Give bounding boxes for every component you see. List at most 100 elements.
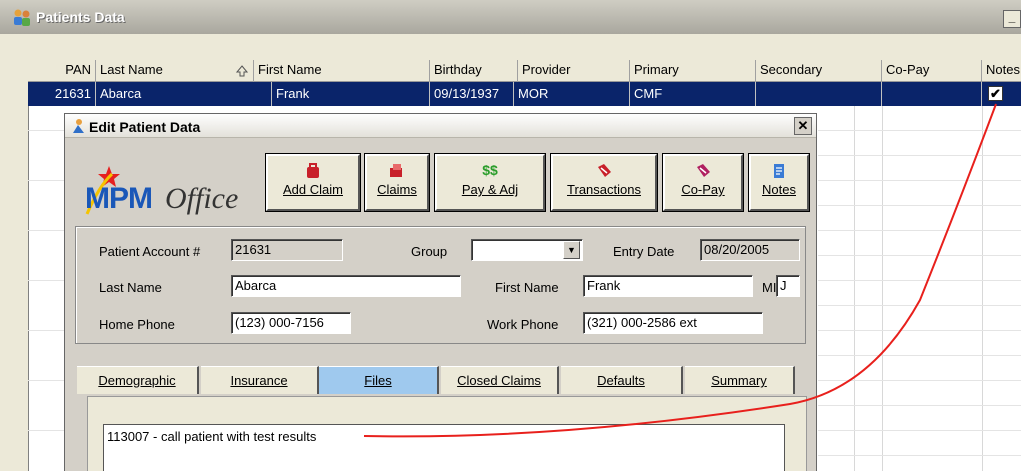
table-row[interactable]: 21631 Abarca Frank 09/13/1937 MOR CMF xyxy=(28,82,1021,106)
close-button[interactable]: ✕ xyxy=(794,117,812,135)
copay-icon xyxy=(697,164,710,177)
work-phone-label: Work Phone xyxy=(487,317,559,332)
logo-office-text: Office xyxy=(165,182,239,215)
grid-divider xyxy=(28,280,64,281)
home-phone-field[interactable]: (123) 000-7156 xyxy=(231,312,351,334)
cell-pan: 21631 xyxy=(28,82,96,106)
dollar-icon: $$ xyxy=(482,162,498,178)
minimize-button[interactable]: _ xyxy=(1003,10,1021,28)
last-name-field[interactable]: Abarca xyxy=(231,275,461,297)
mi-field[interactable]: J xyxy=(776,275,800,297)
column-header-birthday[interactable]: Birthday xyxy=(430,60,518,82)
grid-divider xyxy=(818,380,1021,381)
chevron-down-icon[interactable]: ▼ xyxy=(563,241,580,259)
notes-checkbox[interactable]: ✔ xyxy=(988,86,1003,101)
cell-secondary xyxy=(756,82,882,106)
grid-divider xyxy=(28,430,64,431)
tab-label: Summary xyxy=(711,373,767,388)
grid-divider xyxy=(882,106,883,471)
window-title: Patients Data xyxy=(36,9,125,25)
button-label: Notes xyxy=(762,182,796,197)
tab-files[interactable]: Files xyxy=(319,366,439,394)
grid-divider xyxy=(818,155,1021,156)
grid-divider xyxy=(818,405,1021,406)
person-icon xyxy=(73,119,84,133)
patients-icon xyxy=(14,9,30,26)
cell-birthday: 09/13/1937 xyxy=(430,82,514,106)
group-label: Group xyxy=(411,244,448,259)
add-claim-icon xyxy=(307,163,319,178)
button-label: Transactions xyxy=(567,182,641,197)
grid-header: PAN Last Name First Name Birthday Provid… xyxy=(28,60,1021,82)
cell-copay xyxy=(882,82,982,106)
tab-label: Closed Claims xyxy=(457,373,541,388)
notes-button[interactable]: Notes xyxy=(748,153,810,212)
tab-defaults[interactable]: Defaults xyxy=(561,366,683,394)
grid-divider xyxy=(818,355,1021,356)
button-label: Add Claim xyxy=(283,182,343,197)
grid-divider xyxy=(28,230,64,231)
tab-closed-claims[interactable]: Closed Claims xyxy=(441,366,559,394)
tab-label: Insurance xyxy=(230,373,288,388)
column-header-last-name[interactable]: Last Name xyxy=(96,60,254,82)
first-name-field[interactable]: Frank xyxy=(583,275,753,297)
button-label: Pay & Adj xyxy=(461,182,519,197)
column-header-provider[interactable]: Provider xyxy=(518,60,630,82)
claims-button[interactable]: Claims xyxy=(364,153,430,212)
grid-divider xyxy=(818,255,1021,256)
grid-divider xyxy=(854,106,855,471)
tab-demographic[interactable]: Demographic xyxy=(77,366,199,394)
grid-divider xyxy=(818,280,1021,281)
entry-date-label: Entry Date xyxy=(613,244,675,259)
grid-divider xyxy=(818,430,1021,431)
transactions-button[interactable]: Transactions xyxy=(550,153,658,212)
column-header-primary[interactable]: Primary xyxy=(630,60,756,82)
tab-bar: Demographic Insurance Files Closed Claim… xyxy=(77,366,800,394)
column-header-pan[interactable]: PAN xyxy=(28,60,96,82)
notes-icon xyxy=(774,164,784,178)
grid-divider xyxy=(28,130,64,131)
copay-button[interactable]: Co-Pay xyxy=(662,153,744,212)
account-label: Patient Account # xyxy=(99,244,201,259)
cell-last-name: Abarca xyxy=(96,82,272,106)
screen: { "window": {"title": "Patients Data", "… xyxy=(0,0,1021,471)
tab-insurance[interactable]: Insurance xyxy=(201,366,319,394)
cell-primary: CMF xyxy=(630,82,756,106)
tab-label: Defaults xyxy=(597,373,645,388)
column-label: Last Name xyxy=(100,62,163,77)
grid-divider xyxy=(818,305,1021,306)
work-phone-field[interactable]: (321) 000-2586 ext xyxy=(583,312,763,334)
mpm-office-logo: MPM Office xyxy=(79,154,249,220)
notes-textarea[interactable]: 113007 - call patient with test results xyxy=(103,424,785,471)
grid-divider xyxy=(818,455,1021,456)
column-header-copay[interactable]: Co-Pay xyxy=(882,60,982,82)
grid-divider xyxy=(818,180,1021,181)
grid-divider xyxy=(818,130,1021,131)
tab-label: Files xyxy=(364,373,392,388)
last-name-label: Last Name xyxy=(99,280,162,295)
grid-divider xyxy=(982,106,983,471)
dialog-title: Edit Patient Data xyxy=(89,119,201,135)
grid-divider xyxy=(818,230,1021,231)
button-label: Claims xyxy=(377,182,417,197)
grid-divider xyxy=(818,205,1021,206)
grid-divider xyxy=(818,330,1021,331)
transactions-icon xyxy=(598,164,611,177)
cell-first-name: Frank xyxy=(272,82,430,106)
column-header-first-name[interactable]: First Name xyxy=(254,60,430,82)
dialog-title-bar: Edit Patient Data ✕ xyxy=(65,114,816,138)
account-field[interactable]: 21631 xyxy=(231,239,343,261)
edit-patient-dialog: Edit Patient Data ✕ MPM Office Add Claim… xyxy=(64,113,817,471)
pay-adj-button[interactable]: $$ Pay & Adj xyxy=(434,153,546,212)
sort-up-icon xyxy=(236,65,248,77)
column-header-notes[interactable]: Notes xyxy=(982,60,1021,82)
claims-icon xyxy=(390,164,402,177)
grid-divider xyxy=(28,330,64,331)
add-claim-button[interactable]: Add Claim xyxy=(265,153,361,212)
column-header-secondary[interactable]: Secondary xyxy=(756,60,882,82)
button-label: Co-Pay xyxy=(681,182,725,197)
window-title-bar: Patients Data _ xyxy=(0,0,1021,34)
entry-date-field[interactable]: 08/20/2005 xyxy=(700,239,800,261)
tab-summary[interactable]: Summary xyxy=(685,366,795,394)
grid-divider xyxy=(28,380,64,381)
